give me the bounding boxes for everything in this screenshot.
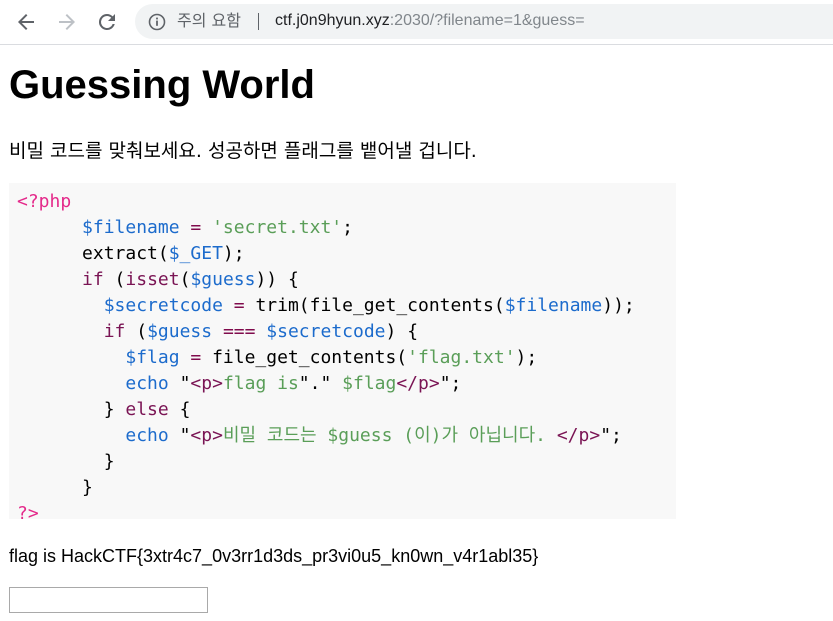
code-line: $filename = 'secret.txt'; [17, 215, 353, 241]
code-token: " [168, 373, 191, 394]
code-token: === [212, 321, 267, 342]
code-token: if [82, 269, 104, 290]
url-text[interactable]: ctf.j0n9hyun.xyz:2030/?filename=1&guess= [275, 11, 585, 31]
url-path-query: :2030/?filename=1&guess= [389, 12, 585, 29]
code-token: if [103, 321, 126, 342]
code-line: } [17, 475, 93, 501]
code-token: $filename [504, 295, 603, 316]
code-token: <p> [190, 425, 223, 446]
info-circle-icon[interactable] [148, 13, 166, 31]
code-token: ) { [385, 321, 419, 342]
code-line: } else { [17, 397, 191, 423]
code-token: file_get_contents( [212, 347, 408, 368]
code-token: ); [515, 347, 538, 368]
code-token: " [168, 425, 191, 446]
code-line: $secretcode = trim(file_get_contents($fi… [17, 293, 635, 319]
code-token: 'flag.txt' [407, 347, 516, 368]
code-token: )) { [255, 269, 299, 290]
browser-toolbar: 주의 요함 ctf.j0n9hyun.xyz:2030/?filename=1&… [0, 0, 833, 45]
code-token: isset [125, 269, 180, 290]
code-line: if ($guess === $secretcode) { [17, 319, 418, 345]
code-token: } [17, 451, 115, 472]
code-token: $flag [342, 373, 397, 394]
code-line: } [17, 449, 115, 475]
code-token: $flag [125, 347, 180, 368]
code-token: ); [222, 243, 245, 264]
code-token: $guess [147, 321, 213, 342]
reload-icon [98, 13, 115, 30]
code-token: ( [125, 321, 148, 342]
code-token: )); [602, 295, 635, 316]
back-icon [18, 14, 34, 30]
code-token: extract( [17, 243, 169, 264]
code-token: $secretcode [103, 295, 223, 316]
code-token: $filename [82, 217, 180, 238]
forward-button[interactable] [55, 10, 79, 34]
code-line: echo "<p>flag is"." $flag</p>"; [17, 371, 461, 397]
back-button[interactable] [14, 10, 38, 34]
code-line: <?php [17, 189, 71, 215]
code-line: ?> [17, 501, 39, 519]
code-token: } [17, 477, 93, 498]
address-bar[interactable]: 주의 요함 ctf.j0n9hyun.xyz:2030/?filename=1&… [135, 4, 833, 39]
php-source-code-block: <?php $filename = 'secret.txt'; extract(… [9, 183, 676, 519]
forward-icon [59, 14, 75, 30]
code-token: { [168, 399, 191, 420]
page-title: Guessing World [9, 63, 315, 107]
code-token: = [222, 295, 256, 316]
code-line: $flag = file_get_contents('flag.txt'); [17, 345, 537, 371]
guess-input[interactable] [9, 587, 208, 613]
code-token: "; [600, 425, 622, 446]
code-token: else [125, 399, 169, 420]
flag-output: flag is HackCTF{3xtr4c7_0v3rr1d3ds_pr3vi… [9, 546, 539, 566]
page-description: 비밀 코드를 맞춰보세요. 성공하면 플래그를 뱉어낼 겁니다. [9, 140, 477, 162]
code-line: echo "<p>비밀 코드는 $guess (이)가 아닙니다. </p>"; [17, 423, 622, 449]
code-token: flag is [222, 373, 299, 394]
code-token: <p> [190, 373, 223, 394]
code-token: ; [342, 217, 353, 238]
code-token: } [17, 399, 126, 420]
code-token: ?> [17, 503, 39, 519]
code-token: $guess [327, 425, 393, 446]
address-bar-divider [258, 13, 259, 30]
code-token: = [179, 347, 213, 368]
code-token: </p> [396, 373, 440, 394]
code-token: <?php [17, 191, 72, 212]
code-token: echo [125, 373, 169, 394]
code-token: "; [439, 373, 462, 394]
code-token: ( [179, 269, 191, 290]
reload-button[interactable] [95, 10, 119, 34]
security-warning-label[interactable]: 주의 요함 [177, 11, 241, 31]
code-line: if (isset($guess)) { [17, 267, 299, 293]
code-token: = [179, 217, 213, 238]
code-line: extract($_GET); [17, 241, 245, 267]
code-token: $secretcode [266, 321, 386, 342]
url-host: ctf.j0n9hyun.xyz [275, 12, 390, 29]
code-token: trim(file_get_contents( [255, 295, 505, 316]
code-token: </p> [556, 425, 601, 446]
code-token: 비밀 코드는 [222, 425, 328, 446]
code-token: echo [125, 425, 169, 446]
code-token: $guess [190, 269, 256, 290]
code-token: $_GET [168, 243, 223, 264]
code-token: ( [103, 269, 126, 290]
code-token: (이)가 아닙니다. [392, 425, 557, 446]
code-token: "." [298, 373, 343, 394]
code-token: 'secret.txt' [212, 217, 343, 238]
